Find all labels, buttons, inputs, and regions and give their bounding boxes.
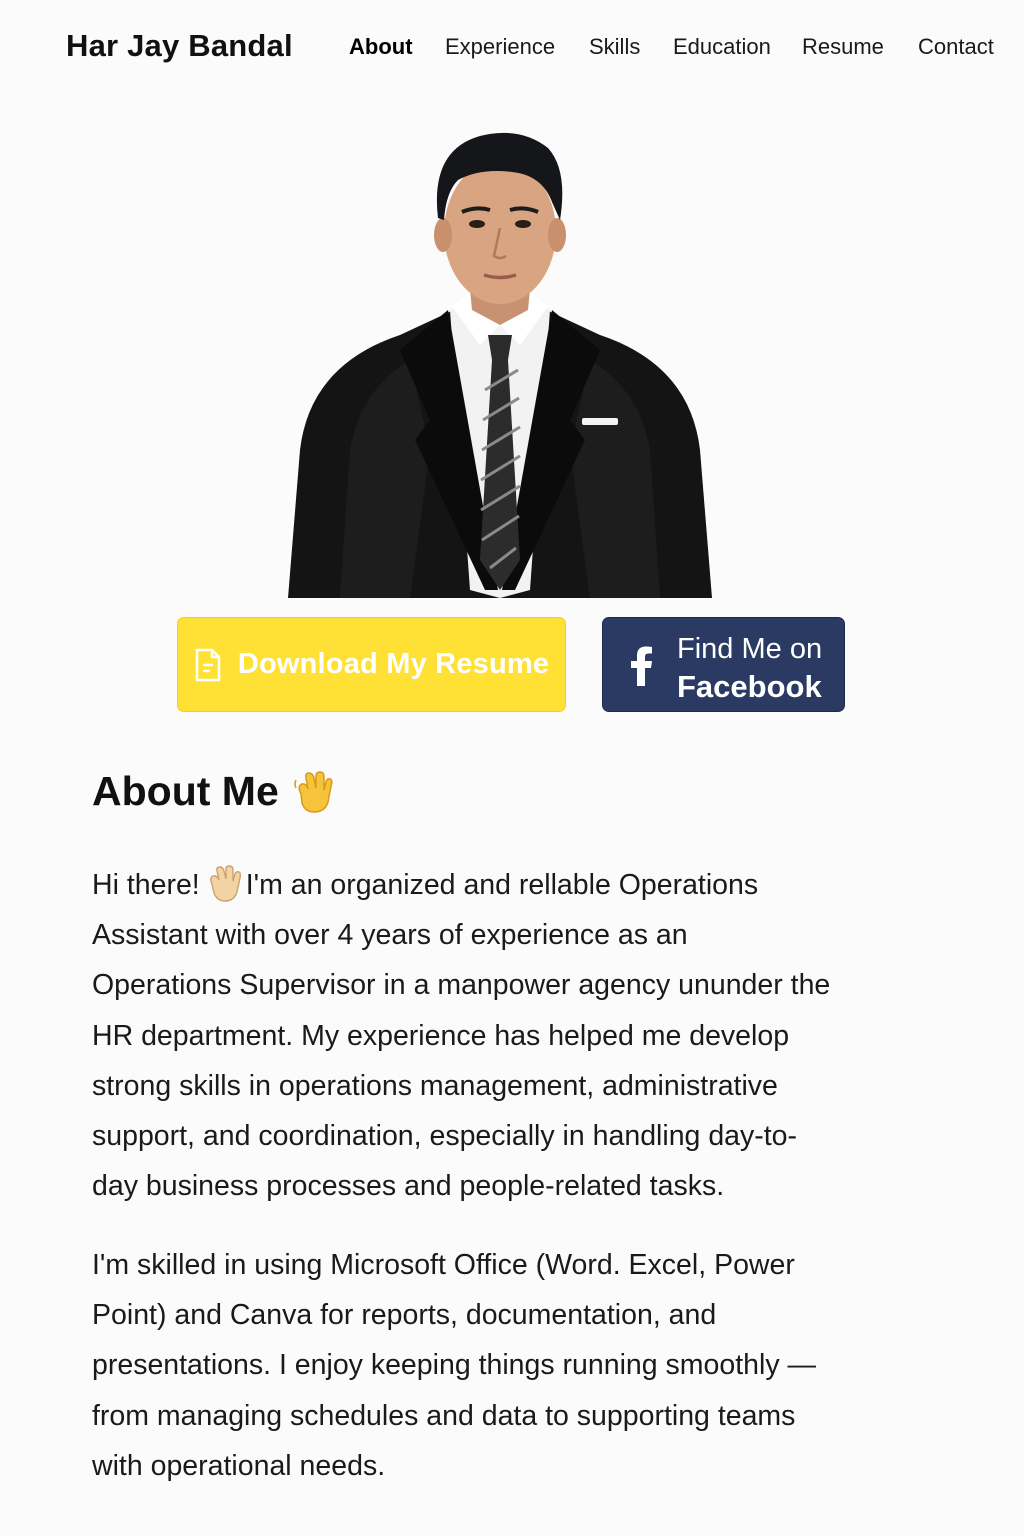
nav-experience[interactable]: Experience <box>445 34 555 60</box>
nav-skills[interactable]: Skills <box>589 34 640 60</box>
nav-resume[interactable]: Resume <box>802 34 884 60</box>
about-line: from managing schedules and data to supp… <box>92 1399 796 1432</box>
about-line: support, and coordination, especially in… <box>92 1120 798 1153</box>
about-line: Hi there! I'm an organized and rellable … <box>92 860 922 910</box>
document-icon <box>195 648 221 681</box>
facebook-button[interactable]: Find Me on Facebook <box>602 617 845 712</box>
about-line: day business processes and people-relate… <box>92 1170 725 1203</box>
profile-photo <box>288 132 712 598</box>
nav-contact[interactable]: Contact <box>918 34 994 60</box>
nav-education[interactable]: Education <box>673 34 771 60</box>
about-line: strong skills in operations management, … <box>92 1069 778 1102</box>
greeting-text: Hi there! <box>92 869 200 901</box>
about-heading-text: About Me <box>92 768 279 814</box>
about-line: HR department. My experience has helped … <box>92 1019 790 1052</box>
nav-about[interactable]: About <box>349 34 413 60</box>
download-resume-label: Download My Resume <box>237 648 550 680</box>
main-nav: About Experience Skills Education Resume… <box>0 34 1024 64</box>
about-line: presentations. I enjoy keeping things ru… <box>92 1349 817 1382</box>
facebook-line1: Find Me on <box>677 633 823 665</box>
about-line: with operational needs. <box>92 1449 386 1482</box>
portfolio-page: Har Jay Bandal About Experience Skills E… <box>0 0 1024 1536</box>
about-line: Point) and Canva for reports, documentat… <box>92 1299 717 1332</box>
facebook-icon <box>631 646 652 686</box>
waving-hand-icon <box>294 770 333 813</box>
download-resume-button[interactable]: Download My Resume <box>177 617 566 712</box>
about-text: I'm an organized and rellable Operations <box>245 869 759 901</box>
waving-hand-icon <box>209 865 241 902</box>
about-line: Assistant with over 4 years of experienc… <box>92 919 688 952</box>
about-heading: About Me <box>92 768 333 815</box>
about-paragraph-2: I'm skilled in using Microsoft Office (W… <box>92 1240 922 1491</box>
about-line: I'm skilled in using Microsoft Office (W… <box>92 1249 795 1281</box>
about-paragraph-1: Hi there! I'm an organized and rellable … <box>92 860 922 1211</box>
facebook-line2: Facebook <box>677 669 822 704</box>
about-line: Operations Supervisor in a manpower agen… <box>92 969 831 1002</box>
